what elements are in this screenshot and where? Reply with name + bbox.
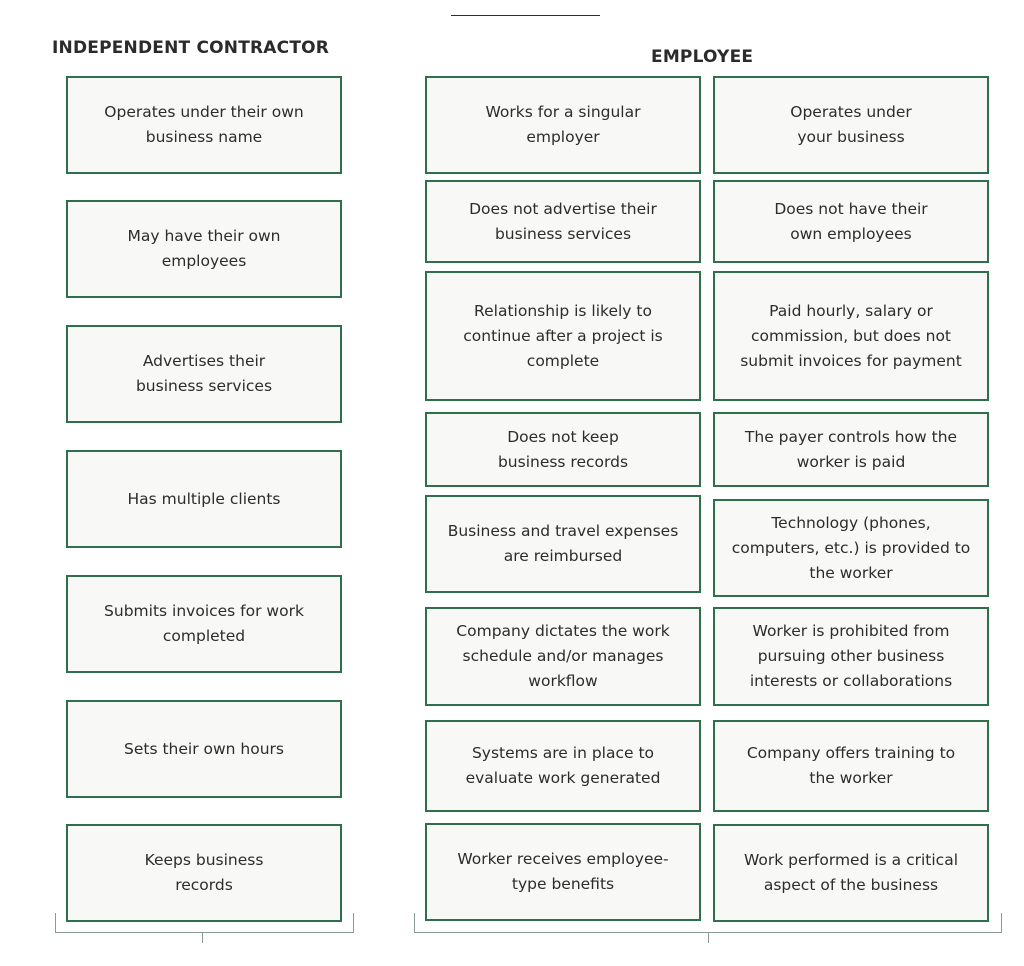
employee-card: Does not advertise their business servic… xyxy=(425,180,701,263)
ic-card: May have their own employees xyxy=(66,200,342,298)
ic-card-text: May have their own employees xyxy=(127,227,281,270)
employee-card: Business and travel expenses are reimbur… xyxy=(425,495,701,593)
ic-card: Submits invoices for work completed xyxy=(66,575,342,673)
employee-card: Does not keep business records xyxy=(425,412,701,487)
employee-card: Works for a singular employer xyxy=(425,76,701,174)
employee-card-text: Worker is prohibited from pursuing other… xyxy=(749,622,953,690)
employee-card-text: Does not advertise their business servic… xyxy=(469,199,657,243)
employee-card: Company dictates the work schedule and/o… xyxy=(425,607,701,706)
employee-card: Company offers training to the worker xyxy=(713,720,989,812)
ic-card: Keeps business records xyxy=(66,824,342,922)
employee-card-text: Paid hourly, salary or commission, but d… xyxy=(740,301,962,370)
employee-card: Paid hourly, salary or commission, but d… xyxy=(713,271,989,401)
ic-card: Advertises their business services xyxy=(66,325,342,423)
ic-card-text: Submits invoices for work completed xyxy=(104,602,304,645)
employee-card: Worker receives employee-type benefits xyxy=(425,823,701,921)
employee-card: Operates under your business xyxy=(713,76,989,174)
employee-card-text: Operates under your business xyxy=(790,103,912,146)
employee-card: Systems are in place to evaluate work ge… xyxy=(425,720,701,812)
employee-bracket-tick xyxy=(708,933,709,943)
employee-card: Does not have their own employees xyxy=(713,180,989,263)
employee-card-text: Does not have their own employees xyxy=(774,199,928,243)
employee-card: Relationship is likely to continue after… xyxy=(425,271,701,401)
heading-independent-contractor: INDEPENDENT CONTRACTOR xyxy=(52,38,330,58)
employee-card-text: The payer controls how the worker is pai… xyxy=(744,427,958,471)
ic-card: Has multiple clients xyxy=(66,450,342,548)
employee-card: Technology (phones, computers, etc.) is … xyxy=(713,499,989,597)
ic-bracket-tick xyxy=(202,933,203,943)
ic-card-text: Has multiple clients xyxy=(127,489,281,508)
employee-card-text: Work performed is a critical aspect of t… xyxy=(743,851,958,894)
ic-card: Sets their own hours xyxy=(66,700,342,798)
employee-card: Work performed is a critical aspect of t… xyxy=(713,824,989,922)
employee-card-text: Relationship is likely to continue after… xyxy=(463,301,663,370)
employee-card: The payer controls how the worker is pai… xyxy=(713,412,989,487)
ic-card-text: Advertises their business services xyxy=(135,352,273,395)
ic-card-text: Keeps business records xyxy=(144,851,264,894)
heading-employee: EMPLOYEE xyxy=(651,47,754,67)
employee-card-text: Does not keep business records xyxy=(497,427,629,471)
employee-card-text: Works for a singular employer xyxy=(485,103,641,146)
top-divider-line xyxy=(451,15,600,16)
employee-card-text: Technology (phones, computers, etc.) is … xyxy=(731,513,971,582)
employee-bracket xyxy=(414,913,1002,933)
ic-card-text: Sets their own hours xyxy=(124,739,284,758)
ic-card: Operates under their own business name xyxy=(66,76,342,174)
employee-card: Worker is prohibited from pursuing other… xyxy=(713,607,989,706)
ic-bracket xyxy=(55,913,354,933)
ic-card-text: Operates under their own business name xyxy=(104,103,304,146)
employee-card-text: Company dictates the work schedule and/o… xyxy=(456,622,670,690)
employee-card-text: Business and travel expenses are reimbur… xyxy=(447,522,679,565)
employee-card-text: Company offers training to the worker xyxy=(746,744,956,787)
employee-card-text: Systems are in place to evaluate work ge… xyxy=(465,744,661,787)
employee-card-text: Worker receives employee-type benefits xyxy=(457,850,669,893)
